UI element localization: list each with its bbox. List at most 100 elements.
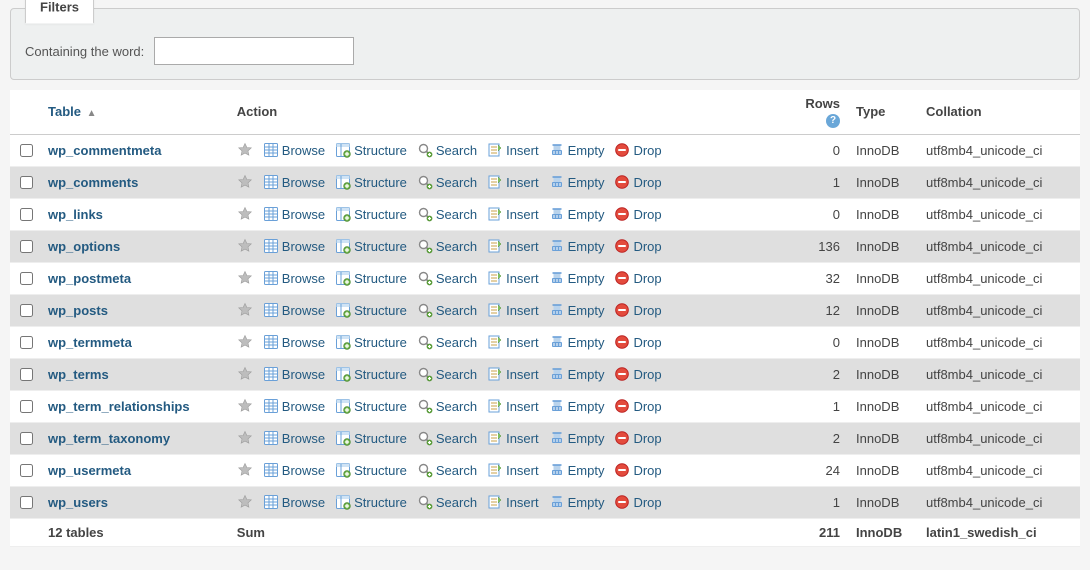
drop-action[interactable]: Drop	[614, 142, 661, 159]
favorite-toggle[interactable]	[237, 366, 253, 383]
search-action[interactable]: Search	[417, 206, 477, 223]
structure-action[interactable]: Structure	[335, 302, 407, 319]
browse-action[interactable]: Browse	[263, 174, 325, 191]
row-checkbox[interactable]	[20, 272, 33, 285]
structure-action[interactable]: Structure	[335, 398, 407, 415]
favorite-toggle[interactable]	[237, 174, 253, 191]
drop-action[interactable]: Drop	[614, 462, 661, 479]
containing-input[interactable]	[154, 37, 354, 65]
search-action[interactable]: Search	[417, 270, 477, 287]
row-checkbox[interactable]	[20, 208, 33, 221]
empty-action[interactable]: Empty	[549, 462, 605, 479]
favorite-toggle[interactable]	[237, 430, 253, 447]
insert-action[interactable]: Insert	[487, 462, 539, 479]
search-action[interactable]: Search	[417, 334, 477, 351]
insert-action[interactable]: Insert	[487, 334, 539, 351]
empty-action[interactable]: Empty	[549, 238, 605, 255]
col-collation[interactable]: Collation	[920, 90, 1080, 134]
structure-action[interactable]: Structure	[335, 334, 407, 351]
insert-action[interactable]: Insert	[487, 366, 539, 383]
hint-icon[interactable]: ?	[826, 114, 840, 128]
empty-action[interactable]: Empty	[549, 398, 605, 415]
search-action[interactable]: Search	[417, 142, 477, 159]
search-action[interactable]: Search	[417, 494, 477, 511]
table-name-link[interactable]: wp_users	[48, 495, 108, 510]
drop-action[interactable]: Drop	[614, 174, 661, 191]
favorite-toggle[interactable]	[237, 494, 253, 511]
search-action[interactable]: Search	[417, 430, 477, 447]
drop-action[interactable]: Drop	[614, 398, 661, 415]
structure-action[interactable]: Structure	[335, 270, 407, 287]
empty-action[interactable]: Empty	[549, 142, 605, 159]
row-checkbox[interactable]	[20, 400, 33, 413]
structure-action[interactable]: Structure	[335, 142, 407, 159]
empty-action[interactable]: Empty	[549, 494, 605, 511]
table-name-link[interactable]: wp_postmeta	[48, 271, 131, 286]
table-name-link[interactable]: wp_posts	[48, 303, 108, 318]
insert-action[interactable]: Insert	[487, 174, 539, 191]
table-name-link[interactable]: wp_commentmeta	[48, 143, 161, 158]
favorite-toggle[interactable]	[237, 302, 253, 319]
empty-action[interactable]: Empty	[549, 206, 605, 223]
structure-action[interactable]: Structure	[335, 430, 407, 447]
row-checkbox[interactable]	[20, 464, 33, 477]
structure-action[interactable]: Structure	[335, 206, 407, 223]
browse-action[interactable]: Browse	[263, 398, 325, 415]
row-checkbox[interactable]	[20, 496, 33, 509]
table-name-link[interactable]: wp_options	[48, 239, 120, 254]
structure-action[interactable]: Structure	[335, 174, 407, 191]
drop-action[interactable]: Drop	[614, 302, 661, 319]
table-name-link[interactable]: wp_terms	[48, 367, 109, 382]
search-action[interactable]: Search	[417, 174, 477, 191]
drop-action[interactable]: Drop	[614, 206, 661, 223]
search-action[interactable]: Search	[417, 302, 477, 319]
favorite-toggle[interactable]	[237, 270, 253, 287]
favorite-toggle[interactable]	[237, 334, 253, 351]
drop-action[interactable]: Drop	[614, 494, 661, 511]
favorite-toggle[interactable]	[237, 398, 253, 415]
table-name-link[interactable]: wp_comments	[48, 175, 138, 190]
row-checkbox[interactable]	[20, 304, 33, 317]
insert-action[interactable]: Insert	[487, 494, 539, 511]
insert-action[interactable]: Insert	[487, 270, 539, 287]
table-name-link[interactable]: wp_termmeta	[48, 335, 132, 350]
search-action[interactable]: Search	[417, 398, 477, 415]
browse-action[interactable]: Browse	[263, 206, 325, 223]
insert-action[interactable]: Insert	[487, 398, 539, 415]
col-rows[interactable]: Rows ?	[780, 90, 850, 134]
row-checkbox[interactable]	[20, 240, 33, 253]
filters-tab[interactable]: Filters	[25, 0, 94, 24]
row-checkbox[interactable]	[20, 336, 33, 349]
empty-action[interactable]: Empty	[549, 430, 605, 447]
favorite-toggle[interactable]	[237, 206, 253, 223]
browse-action[interactable]: Browse	[263, 302, 325, 319]
structure-action[interactable]: Structure	[335, 494, 407, 511]
col-type[interactable]: Type	[850, 90, 920, 134]
browse-action[interactable]: Browse	[263, 494, 325, 511]
drop-action[interactable]: Drop	[614, 430, 661, 447]
empty-action[interactable]: Empty	[549, 302, 605, 319]
empty-action[interactable]: Empty	[549, 174, 605, 191]
table-name-link[interactable]: wp_usermeta	[48, 463, 131, 478]
col-table[interactable]: Table ▲	[42, 90, 231, 134]
table-name-link[interactable]: wp_links	[48, 207, 103, 222]
drop-action[interactable]: Drop	[614, 366, 661, 383]
drop-action[interactable]: Drop	[614, 270, 661, 287]
insert-action[interactable]: Insert	[487, 302, 539, 319]
structure-action[interactable]: Structure	[335, 238, 407, 255]
search-action[interactable]: Search	[417, 462, 477, 479]
row-checkbox[interactable]	[20, 144, 33, 157]
browse-action[interactable]: Browse	[263, 334, 325, 351]
browse-action[interactable]: Browse	[263, 430, 325, 447]
empty-action[interactable]: Empty	[549, 270, 605, 287]
favorite-toggle[interactable]	[237, 238, 253, 255]
empty-action[interactable]: Empty	[549, 334, 605, 351]
search-action[interactable]: Search	[417, 238, 477, 255]
favorite-toggle[interactable]	[237, 142, 253, 159]
drop-action[interactable]: Drop	[614, 334, 661, 351]
structure-action[interactable]: Structure	[335, 366, 407, 383]
table-name-link[interactable]: wp_term_taxonomy	[48, 431, 170, 446]
insert-action[interactable]: Insert	[487, 238, 539, 255]
favorite-toggle[interactable]	[237, 462, 253, 479]
structure-action[interactable]: Structure	[335, 462, 407, 479]
